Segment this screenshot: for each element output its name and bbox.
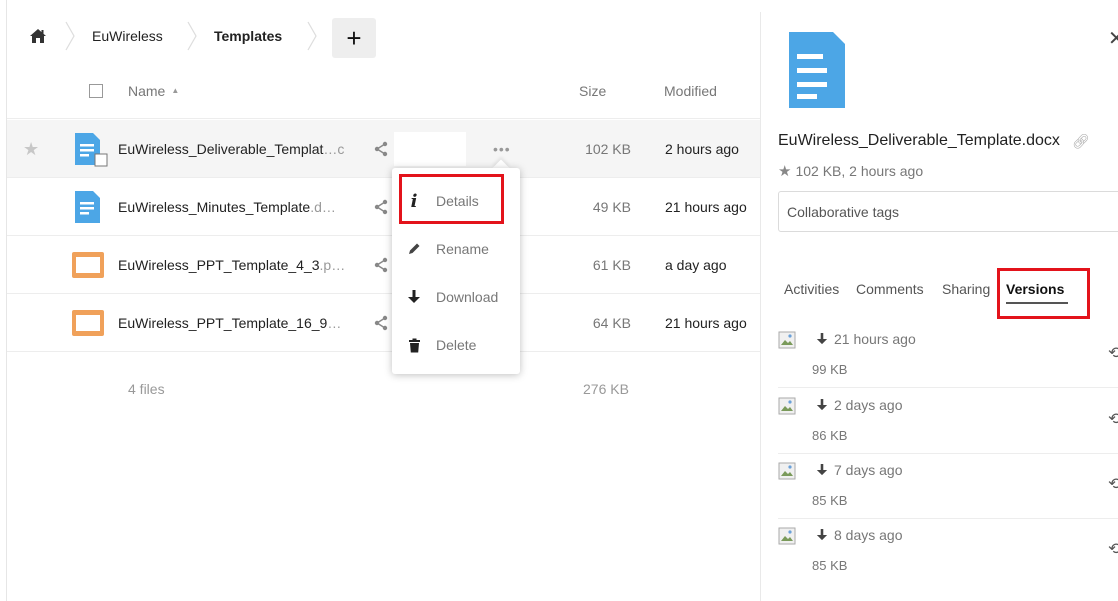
download-icon [816, 528, 828, 542]
breadcrumb-templates[interactable]: Templates [214, 12, 282, 60]
restore-icon[interactable]: ⟲ [1108, 474, 1118, 494]
menu-item-delete[interactable]: Delete [392, 321, 520, 369]
presentation-icon [72, 310, 104, 336]
file-size: 64 KB [592, 315, 631, 331]
download-icon [816, 332, 828, 346]
home-icon [30, 29, 46, 43]
breadcrumb-separator-icon [65, 21, 75, 51]
share-icon[interactable] [373, 236, 389, 294]
restore-icon[interactable]: ⟲ [1108, 539, 1118, 559]
pencil-icon [406, 242, 422, 256]
sidebar-file-meta: ★ 102 KB, 2 hours ago [778, 162, 924, 180]
version-item: 8 days ago 85 KB ⟲ [778, 519, 1118, 584]
file-row[interactable]: EuWireless_PPT_Template_16_9… 64 KB 21 h… [7, 294, 760, 352]
download-icon [816, 398, 828, 412]
version-size: 85 KB [812, 558, 848, 573]
restore-icon[interactable]: ⟲ [1108, 343, 1118, 363]
broken-image-icon [778, 462, 796, 480]
download-icon [406, 289, 422, 305]
trash-icon [406, 338, 422, 353]
broken-image-icon [778, 527, 796, 545]
version-size: 99 KB [812, 362, 848, 377]
file-name[interactable]: EuWireless_PPT_Template_4_3 .p… [118, 236, 345, 294]
menu-item-rename[interactable]: Rename [392, 225, 520, 273]
restore-icon[interactable]: ⟲ [1108, 409, 1118, 429]
document-icon [75, 133, 108, 167]
share-icon[interactable] [373, 178, 389, 236]
file-table-header: Name ▲ Size Modified [7, 62, 760, 119]
file-modified: 2 hours ago [665, 141, 739, 157]
version-size: 85 KB [812, 493, 848, 508]
name-column-header[interactable]: Name ▲ [128, 62, 179, 119]
version-download-link[interactable]: 8 days ago [816, 527, 903, 543]
highlight-box-versions [997, 268, 1090, 319]
version-item: 7 days ago 85 KB ⟲ [778, 454, 1118, 519]
sidebar-divider [760, 12, 761, 601]
file-modified: a day ago [665, 257, 727, 273]
file-count: 4 files [128, 381, 165, 397]
select-all[interactable] [89, 62, 103, 119]
file-name[interactable]: EuWireless_PPT_Template_16_9… [118, 294, 341, 352]
new-button[interactable]: + [332, 18, 376, 58]
modified-column-header[interactable]: Modified [664, 62, 717, 119]
tab-sharing[interactable]: Sharing [942, 272, 990, 306]
document-icon [75, 191, 100, 223]
file-size: 102 KB [585, 141, 631, 157]
collaborative-tags-input[interactable] [778, 191, 1118, 232]
link-icon[interactable]: 🔗︎ [1072, 133, 1090, 150]
file-name[interactable]: EuWireless_Minutes_Template .d… [118, 178, 336, 236]
menu-item-download[interactable]: Download [392, 273, 520, 321]
select-all-checkbox[interactable] [89, 83, 103, 98]
download-icon [816, 463, 828, 477]
broken-image-icon [778, 331, 796, 349]
file-modified: 21 hours ago [665, 199, 747, 215]
favorite-star-icon[interactable]: ★ [778, 162, 791, 180]
version-size: 86 KB [812, 428, 848, 443]
sidebar-file-title: EuWireless_Deliverable_Template.docx 🔗︎ [778, 132, 1090, 150]
version-download-link[interactable]: 7 days ago [816, 462, 903, 478]
breadcrumb-separator-icon [307, 21, 317, 51]
broken-image-icon [778, 397, 796, 415]
breadcrumb-home[interactable] [26, 12, 50, 60]
close-icon[interactable]: ✕ [1108, 26, 1118, 51]
file-row[interactable]: EuWireless_Minutes_Template .d… 49 KB 21 … [7, 178, 760, 236]
favorite-star-icon[interactable]: ★ [23, 120, 39, 178]
file-row[interactable]: EuWireless_PPT_Template_4_3 .p… 61 KB a d… [7, 236, 760, 294]
file-summary: 4 files 276 KB [7, 369, 760, 409]
version-download-link[interactable]: 2 days ago [816, 397, 903, 413]
breadcrumb: EuWireless Templates + [0, 12, 760, 60]
version-download-link[interactable]: 21 hours ago [816, 331, 916, 347]
share-icon[interactable] [373, 294, 389, 352]
file-modified: 21 hours ago [665, 315, 747, 331]
file-size: 61 KB [592, 257, 631, 273]
highlight-box-details [399, 174, 504, 224]
tab-comments[interactable]: Comments [856, 272, 924, 306]
version-item: 21 hours ago 99 KB ⟲ [778, 323, 1118, 388]
version-item: 2 days ago 86 KB ⟲ [778, 389, 1118, 454]
breadcrumb-separator-icon [187, 21, 197, 51]
tab-activities[interactable]: Activities [784, 272, 839, 306]
file-size: 49 KB [592, 199, 631, 215]
file-name[interactable]: EuWireless_Deliverable_Templat …c [118, 120, 344, 178]
total-size: 276 KB [583, 381, 629, 397]
share-icon[interactable] [373, 120, 389, 178]
document-icon [789, 32, 845, 108]
sort-ascending-icon: ▲ [171, 86, 180, 95]
inline-edit-area [394, 132, 466, 166]
file-row[interactable]: ★ EuWireless_Deliverable_Templat …c ••• 1… [7, 120, 760, 178]
breadcrumb-euwireless[interactable]: EuWireless [92, 12, 163, 60]
size-column-header[interactable]: Size [579, 62, 606, 119]
presentation-icon [72, 252, 104, 278]
